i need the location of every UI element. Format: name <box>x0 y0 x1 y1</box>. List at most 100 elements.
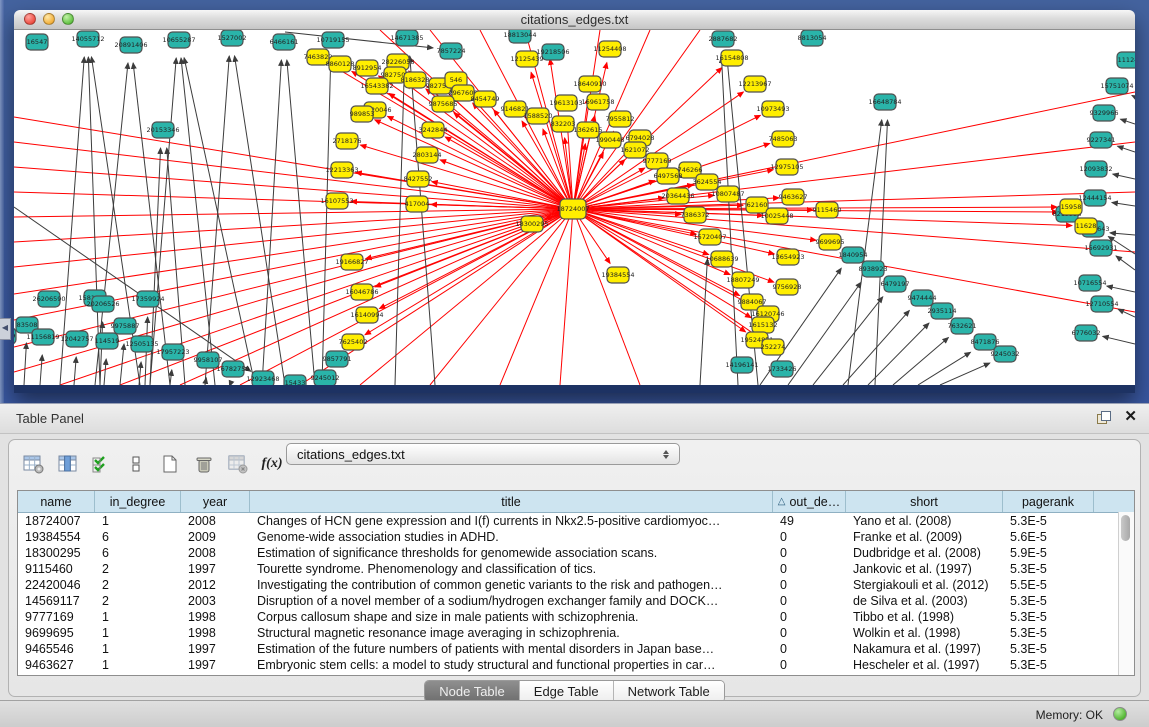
graph-node[interactable]: 26206590 <box>32 291 65 307</box>
graph-node[interactable]: 12213967 <box>738 76 771 92</box>
graph-node[interactable]: 832203 <box>551 116 576 132</box>
graph-node[interactable]: 9756928 <box>773 279 802 295</box>
table-row[interactable]: 946554611997Estimation of the future num… <box>18 641 1134 657</box>
graph-node[interactable]: 3624554 <box>693 174 722 190</box>
table-row[interactable]: 2242004622012Investigating the contribut… <box>18 577 1134 593</box>
graph-node[interactable]: 7625402 <box>339 334 368 350</box>
graph-node[interactable]: 8860128 <box>326 56 355 72</box>
scrollbar-thumb[interactable] <box>1121 515 1130 541</box>
graph-node[interactable]: 15751074 <box>1100 78 1133 94</box>
graph-node[interactable]: 2803144 <box>413 147 442 163</box>
graph-node[interactable]: 989853 <box>350 106 375 122</box>
graph-node[interactable]: 1840954 <box>839 247 868 263</box>
graph-node[interactable]: 9975887 <box>111 318 140 334</box>
column-header-in_degree[interactable]: in_degree <box>95 491 181 512</box>
table-row[interactable]: 911546021997Tourette syndrome. Phenomeno… <box>18 561 1134 577</box>
graph-node[interactable]: 8912954 <box>353 60 382 76</box>
graph-node[interactable]: 18640910 <box>573 76 606 92</box>
graph-node[interactable]: 12213363 <box>325 162 358 178</box>
graph-node[interactable]: 11628 <box>1075 218 1097 234</box>
table-source-dropdown[interactable]: citations_edges.txt <box>286 443 680 465</box>
tab-network-table[interactable]: Network Table <box>614 681 724 702</box>
graph-node[interactable]: 2887682 <box>709 31 738 47</box>
graph-node[interactable]: 9115460 <box>813 202 842 218</box>
table-row[interactable]: 946362711997Embryonic stem cells: a mode… <box>18 657 1134 673</box>
graph-node[interactable]: 6497568 <box>654 168 683 184</box>
graph-node[interactable]: 15692931 <box>1084 240 1117 256</box>
float-panel-icon[interactable] <box>1097 411 1111 425</box>
column-header-pagerank[interactable]: pagerank <box>1003 491 1094 512</box>
graph-node[interactable]: 18807249 <box>726 272 759 288</box>
graph-node[interactable]: 12710554 <box>1085 296 1118 312</box>
graph-node[interactable]: 252274 <box>761 339 786 355</box>
network-canvas[interactable]: 1654714055712208914061065528715270026466… <box>14 30 1135 393</box>
tab-edge-table[interactable]: Edge Table <box>520 681 614 702</box>
graph-node[interactable]: 9245032 <box>991 346 1020 362</box>
table-row[interactable]: 969969511998Structural magnetic resonanc… <box>18 625 1134 641</box>
graph-node[interactable]: 9474444 <box>908 290 937 306</box>
graph-node[interactable]: 19613103 <box>549 95 582 111</box>
graph-node[interactable]: 417004 <box>405 196 430 212</box>
graph-node[interactable]: 1733426 <box>768 361 797 377</box>
graph-node[interactable]: 8454749 <box>471 91 500 107</box>
column-header-year[interactable]: year <box>181 491 250 512</box>
graph-node[interactable]: 20891406 <box>114 37 147 53</box>
graph-node[interactable]: 8938923 <box>859 261 888 277</box>
graph-node[interactable]: 2718176 <box>333 133 362 149</box>
graph-node[interactable]: 9875685 <box>429 96 458 112</box>
memory-indicator[interactable] <box>1113 707 1127 721</box>
graph-node[interactable]: 9857791 <box>323 351 352 367</box>
graph-node[interactable]: 1615132 <box>749 317 778 333</box>
table-row[interactable]: 1830029562008Estimation of significance … <box>18 545 1134 561</box>
graph-node[interactable]: 6776032 <box>1072 325 1101 341</box>
graph-node[interactable]: 10655287 <box>162 32 195 48</box>
graph-node[interactable]: 10688639 <box>705 251 738 267</box>
graph-node[interactable]: 7632621 <box>948 318 977 334</box>
graph-node[interactable]: 16107553 <box>320 193 353 209</box>
graph-node[interactable]: 20153346 <box>146 122 179 138</box>
table-row[interactable]: 1938455462009Genome-wide association stu… <box>18 529 1134 545</box>
graph-node[interactable]: 6466161 <box>270 34 299 50</box>
graph-node[interactable]: 10973493 <box>756 101 789 117</box>
close-panel-icon[interactable]: ✕ <box>1124 409 1137 425</box>
graph-node[interactable]: 7955812 <box>606 111 635 127</box>
graph-node[interactable]: 9329966 <box>1090 105 1119 121</box>
graph-node[interactable]: 9463627 <box>779 189 808 205</box>
graph-node[interactable]: 7386372 <box>681 207 710 223</box>
function-builder-button[interactable]: f(x) <box>257 451 287 477</box>
select-columns-button[interactable] <box>87 451 117 477</box>
graph-node[interactable]: 12093832 <box>1079 161 1112 177</box>
graph-node[interactable]: 14055712 <box>71 31 104 47</box>
graph-node[interactable]: 9245012 <box>311 370 340 385</box>
graph-node[interactable]: 18724007 <box>556 199 589 219</box>
graph-node[interactable]: 8813054 <box>798 30 827 46</box>
graph-node[interactable]: 19384554 <box>601 267 634 283</box>
graph-node[interactable]: 10716554 <box>1073 275 1106 291</box>
graph-node[interactable]: 6479197 <box>881 276 910 292</box>
graph-node[interactable]: 18813044 <box>503 30 536 43</box>
graph-node[interactable]: 15958 <box>1060 199 1082 215</box>
column-header-short[interactable]: short <box>846 491 1003 512</box>
graph-node[interactable]: 16140994 <box>350 307 383 323</box>
graph-node[interactable]: 13654923 <box>771 249 804 265</box>
column-header-out_de[interactable]: △out_de… <box>773 491 846 512</box>
graph-node[interactable]: 1621072 <box>621 142 650 158</box>
row-height-button[interactable] <box>121 451 151 477</box>
graph-node[interactable]: 9699695 <box>816 234 845 250</box>
table-scrollbar[interactable] <box>1118 512 1134 675</box>
graph-node[interactable]: 19166827 <box>335 254 368 270</box>
table-row[interactable]: 1872400712008Changes of HCN gene express… <box>18 513 1134 529</box>
table-row[interactable]: 977716911998Corpus callosum shape and si… <box>18 609 1134 625</box>
graph-node[interactable]: 16547 <box>26 34 48 50</box>
graph-node[interactable]: 12975105 <box>770 159 803 175</box>
graph-node[interactable]: 1588520 <box>524 108 553 124</box>
graph-node[interactable]: 9777169 <box>643 153 672 169</box>
create-column-button[interactable] <box>155 451 185 477</box>
delete-table-button[interactable] <box>223 451 253 477</box>
graph-node[interactable]: 8427552 <box>404 171 433 187</box>
table-settings-button[interactable] <box>19 451 49 477</box>
graph-node[interactable]: 7857224 <box>437 43 466 59</box>
graph-node[interactable]: 2935114 <box>928 303 957 319</box>
window-titlebar[interactable]: citations_edges.txt <box>14 10 1135 30</box>
graph-node[interactable]: 10719155 <box>316 32 349 48</box>
